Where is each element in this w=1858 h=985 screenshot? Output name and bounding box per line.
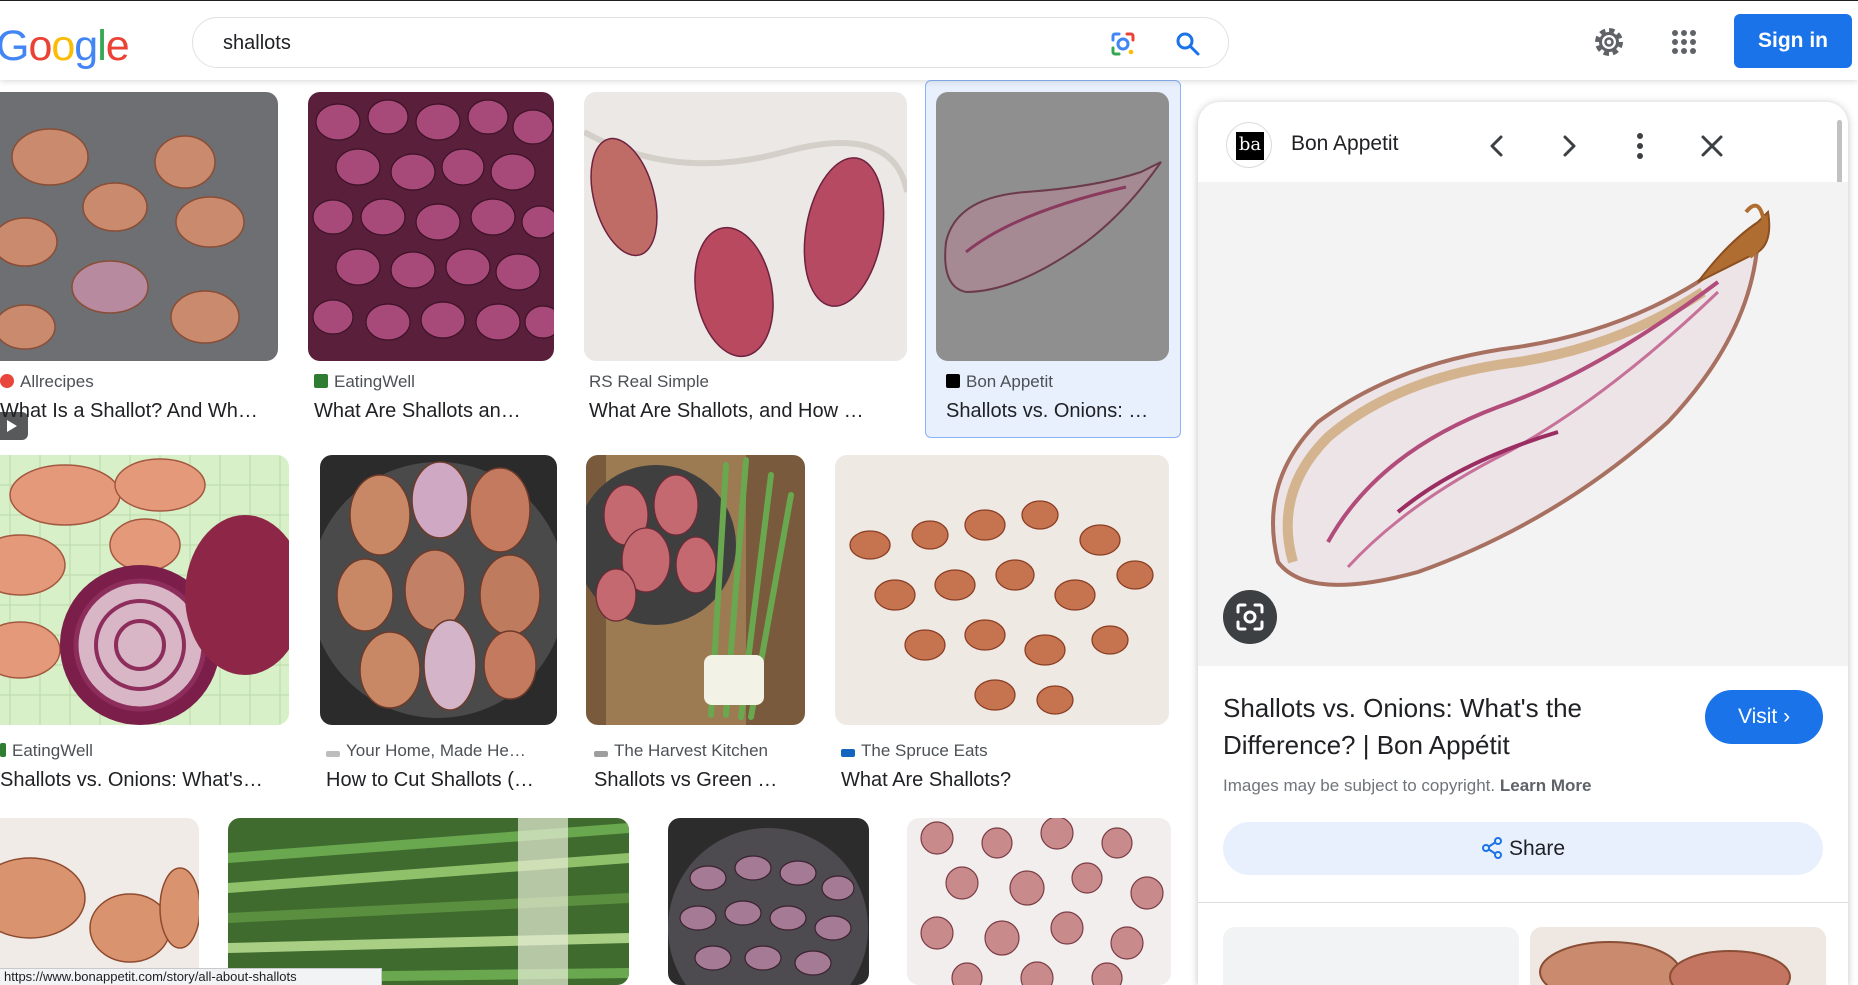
visit-button[interactable]: Visit › <box>1705 690 1823 744</box>
related-image-thumbnail[interactable] <box>1530 927 1826 985</box>
image-result[interactable] <box>228 818 630 985</box>
spruce-eats-favicon <box>841 749 855 757</box>
result-source-label: The Spruce Eats <box>861 741 988 760</box>
result-thumbnail[interactable] <box>0 818 199 985</box>
next-chevron-icon[interactable] <box>1549 126 1589 166</box>
visual-search-lens-icon[interactable] <box>1223 590 1277 644</box>
logo-letter: o <box>51 22 75 70</box>
result-title[interactable]: Shallots vs. Onions: … <box>946 400 1171 423</box>
copyright-text: Images may be subject to copyright. <box>1223 776 1496 795</box>
result-source-label: EatingWell <box>334 372 415 391</box>
result-source-label: EatingWell <box>12 741 93 760</box>
result-thumbnail[interactable] <box>907 818 1171 985</box>
result-thumbnail[interactable] <box>584 92 907 361</box>
bon-appetit-favicon <box>946 374 960 388</box>
result-thumbnail[interactable] <box>0 92 278 361</box>
image-result[interactable]: RS Real Simple What Are Shallots, and Ho… <box>584 92 909 432</box>
result-thumbnail[interactable] <box>586 455 805 725</box>
preview-title[interactable]: Shallots vs. Onions: What's the Differen… <box>1223 690 1703 764</box>
result-title[interactable]: How to Cut Shallots (… <box>326 769 558 792</box>
learn-more-link[interactable]: Learn More <box>1500 776 1592 795</box>
more-options-icon[interactable] <box>1620 126 1660 166</box>
previous-chevron-icon[interactable] <box>1477 126 1517 166</box>
your-home-favicon <box>326 751 340 757</box>
logo-letter: g <box>74 22 98 70</box>
image-result[interactable]: EatingWell What Are Shallots an… <box>308 92 558 432</box>
harvest-kitchen-favicon <box>594 751 608 757</box>
result-title[interactable]: Shallots vs Green … <box>594 769 804 792</box>
close-icon[interactable] <box>1692 126 1732 166</box>
result-source: EatingWell <box>0 741 260 761</box>
result-source-label: Bon Appetit <box>966 372 1053 391</box>
result-thumbnail[interactable] <box>228 818 629 985</box>
image-result[interactable]: The Spruce Eats What Are Shallots? <box>835 455 1175 795</box>
result-thumbnail[interactable] <box>835 455 1169 725</box>
result-title[interactable]: What Are Shallots an… <box>314 400 554 423</box>
image-result[interactable] <box>907 818 1173 985</box>
result-source: The Spruce Eats <box>841 741 1161 761</box>
image-result[interactable]: Allrecipes What Is a Shallot? And Wh… <box>0 92 280 440</box>
bon-appetit-logo[interactable]: ba <box>1226 122 1272 168</box>
share-button[interactable]: Share <box>1223 822 1823 875</box>
eatingwell-favicon <box>0 743 6 757</box>
header-bar: Google shallots Sign in <box>0 1 1858 80</box>
result-source: Bon Appetit <box>946 372 1166 392</box>
image-result[interactable]: The Harvest Kitchen Shallots vs Green … <box>586 455 811 795</box>
image-result[interactable]: Your Home, Made He… How to Cut Shallots … <box>320 455 565 795</box>
result-source-label: Your Home, Made He… <box>346 741 526 760</box>
result-source: Your Home, Made He… <box>326 741 561 761</box>
result-source-label: Allrecipes <box>20 372 94 391</box>
status-url-bar: https://www.bonappetit.com/story/all-abo… <box>0 968 382 985</box>
google-lens-icon[interactable] <box>1108 29 1138 59</box>
search-box[interactable]: shallots <box>192 17 1229 68</box>
result-thumbnail[interactable] <box>0 455 289 725</box>
search-icon[interactable] <box>1173 29 1203 59</box>
allrecipes-favicon <box>0 374 14 388</box>
settings-gear-icon[interactable] <box>1592 25 1626 59</box>
logo-letter: l <box>97 22 107 70</box>
eatingwell-favicon <box>314 374 328 388</box>
result-thumbnail[interactable] <box>320 455 557 725</box>
result-source-label: The Harvest Kitchen <box>614 741 769 760</box>
result-thumbnail[interactable] <box>936 92 1169 361</box>
result-title[interactable]: Shallots vs. Onions: What's t… <box>0 769 268 792</box>
share-label: Share <box>1508 837 1566 860</box>
panel-source-name[interactable]: Bon Appetit <box>1291 132 1398 156</box>
search-input[interactable]: shallots <box>223 32 291 55</box>
image-result[interactable] <box>668 818 870 985</box>
result-source: RS Real Simple <box>589 372 889 392</box>
google-apps-icon[interactable] <box>1667 25 1701 59</box>
copyright-notice: Images may be subject to copyright. Lear… <box>1223 776 1592 796</box>
google-logo[interactable]: Google <box>0 21 130 71</box>
result-source: The Harvest Kitchen <box>594 741 809 761</box>
related-image-thumbnail[interactable] <box>1223 927 1519 985</box>
result-thumbnail[interactable] <box>668 818 869 985</box>
image-result[interactable] <box>0 818 200 985</box>
result-source: EatingWell <box>314 372 554 392</box>
sign-in-button[interactable]: Sign in <box>1734 14 1852 68</box>
image-result[interactable]: Bon Appetit Shallots vs. Onions: … <box>936 92 1176 432</box>
preview-image[interactable] <box>1198 182 1848 666</box>
logo-letter: e <box>105 22 130 70</box>
result-source: Allrecipes <box>0 372 260 392</box>
result-title[interactable]: What Are Shallots, and How … <box>589 400 899 423</box>
logo-letter: o <box>28 22 52 70</box>
panel-divider <box>1198 902 1848 903</box>
result-title[interactable]: What Are Shallots? <box>841 769 1161 792</box>
share-icon <box>1481 837 1502 859</box>
result-source-label: RS Real Simple <box>589 372 709 391</box>
result-thumbnail[interactable] <box>308 92 554 361</box>
image-result[interactable]: EatingWell Shallots vs. Onions: What's t… <box>0 455 290 795</box>
bon-appetit-logo-mark: ba <box>1236 132 1264 160</box>
logo-letter: G <box>0 22 29 70</box>
image-preview-panel: ba Bon Appetit Shallots vs. Onions: What… <box>1198 102 1848 985</box>
result-title[interactable]: What Is a Shallot? And Wh… <box>0 400 265 423</box>
